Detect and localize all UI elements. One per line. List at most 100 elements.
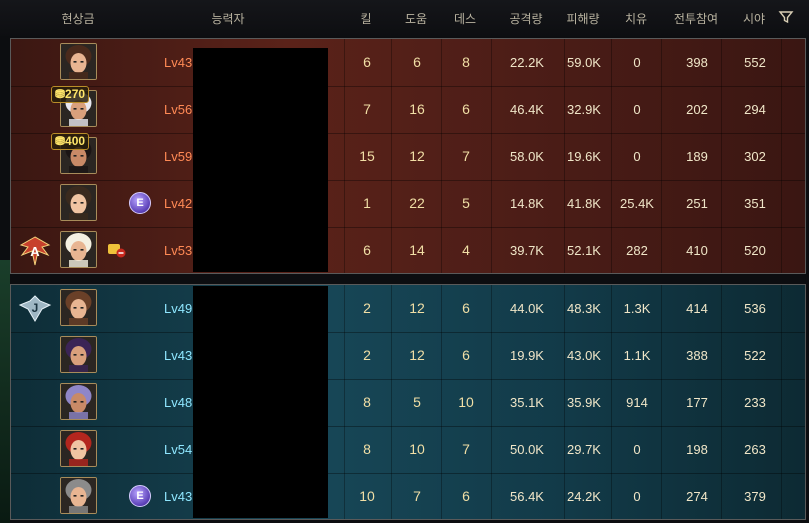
- red-player-row[interactable]: ⛃400 Lv59 15 12 7 58.0K 19.6K 0 189 302: [11, 133, 805, 181]
- portrait-purple-hair-woman-icon[interactable]: [60, 336, 97, 373]
- damage-taken-cell: 35.9K: [567, 395, 601, 410]
- damage-taken-cell: 29.7K: [567, 442, 601, 457]
- svg-text:J: J: [32, 301, 39, 315]
- rank-emblem-icon: E: [129, 485, 151, 507]
- attack-cell: 39.7K: [510, 243, 544, 258]
- red-player-row[interactable]: E Lv42 1 22 5 14.8K 41.8K 25.4K 251 351: [11, 180, 805, 228]
- deaths-cell: 6: [462, 347, 470, 363]
- column-divider: [781, 39, 782, 273]
- attack-cell: 35.1K: [510, 395, 544, 410]
- heal-cell: 25.4K: [620, 196, 654, 211]
- portrait-masked-figure-icon[interactable]: [60, 383, 97, 420]
- player-level: Lv49: [164, 301, 193, 316]
- red-player-row[interactable]: ⛃270 Lv56 7 16 6 46.4K 32.9K 0 202 294: [11, 86, 805, 134]
- attack-cell: 58.0K: [510, 149, 544, 164]
- blue-player-row[interactable]: E Lv43 10 7 6 56.4K 24.2K 0 274 379: [11, 473, 805, 519]
- deaths-cell: 7: [462, 148, 470, 164]
- damage-taken-cell: 32.9K: [567, 102, 601, 117]
- player-level: Lv43: [164, 348, 193, 363]
- player-level: Lv43: [164, 55, 193, 70]
- column-divider: [564, 39, 565, 273]
- participation-cell: 398: [686, 55, 708, 70]
- blue-player-row[interactable]: Lv43 2 12 6 19.9K 43.0K 1.1K 388 522: [11, 332, 805, 380]
- participation-cell: 202: [686, 102, 708, 117]
- portrait-grey-hair-man-icon[interactable]: [60, 477, 97, 514]
- attack-cell: 14.8K: [510, 196, 544, 211]
- participation-cell: 198: [686, 442, 708, 457]
- blue-player-row[interactable]: J Lv49 2 12 6 44.0K 48.3K 1.3K 414 536: [11, 285, 805, 333]
- rank-emblem-icon: E: [129, 192, 151, 214]
- attack-cell: 46.4K: [510, 102, 544, 117]
- attack-cell: 44.0K: [510, 301, 544, 316]
- participation-cell: 189: [686, 149, 708, 164]
- kills-cell: 8: [363, 394, 371, 410]
- heal-cell: 282: [626, 243, 648, 258]
- header-bounty: 현상금: [61, 12, 95, 26]
- portrait-brown-hair-woman-icon[interactable]: [60, 289, 97, 326]
- portrait-red-hair-woman-icon[interactable]: [60, 430, 97, 467]
- heal-cell: 0: [633, 55, 641, 70]
- red-team-panel: Lv43 6 6 8 22.2K 59.0K 0 398 552 ⛃270 Lv56 7 16 6 46.…: [10, 38, 806, 274]
- deaths-cell: 7: [462, 441, 470, 457]
- damage-taken-cell: 43.0K: [567, 348, 601, 363]
- blue-player-row[interactable]: Lv54 8 10 7 50.0K 29.7K 0 198 263: [11, 426, 805, 474]
- filter-icon[interactable]: [778, 9, 794, 25]
- participation-cell: 177: [686, 395, 708, 410]
- blue-team-emblem-icon: J: [18, 295, 52, 322]
- assists-cell: 12: [409, 300, 425, 316]
- portrait-brunette-woman-icon[interactable]: [60, 43, 97, 80]
- participation-cell: 410: [686, 243, 708, 258]
- header-attack: 공격량: [509, 12, 543, 26]
- player-level: Lv54: [164, 442, 193, 457]
- header-kills: 킬: [360, 12, 372, 26]
- column-divider: [564, 285, 565, 519]
- column-divider: [611, 39, 612, 273]
- heal-cell: 0: [633, 102, 641, 117]
- vision-cell: 263: [744, 442, 766, 457]
- vision-cell: 552: [744, 55, 766, 70]
- column-divider: [661, 285, 662, 519]
- kills-cell: 6: [363, 54, 371, 70]
- bounty-badge: ⛃400: [51, 133, 90, 150]
- player-level: Lv53: [164, 243, 193, 258]
- column-divider: [721, 285, 722, 519]
- red-player-row[interactable]: Lv43 6 6 8 22.2K 59.0K 0 398 552: [11, 39, 805, 87]
- mute-chat-icon[interactable]: [107, 242, 127, 258]
- vision-cell: 302: [744, 149, 766, 164]
- redacted-names-red: [193, 48, 328, 272]
- portrait-blonde-hat-icon[interactable]: [60, 231, 97, 268]
- kills-cell: 8: [363, 441, 371, 457]
- red-team-emblem-icon: A: [19, 236, 51, 266]
- vision-cell: 536: [744, 301, 766, 316]
- assists-cell: 22: [409, 195, 425, 211]
- column-divider: [491, 39, 492, 273]
- kills-cell: 10: [359, 488, 375, 504]
- deaths-cell: 8: [462, 54, 470, 70]
- player-level: Lv42: [164, 196, 193, 211]
- column-divider: [661, 39, 662, 273]
- kills-cell: 2: [363, 347, 371, 363]
- column-divider: [491, 285, 492, 519]
- portrait-bearded-man-icon[interactable]: [60, 184, 97, 221]
- damage-taken-cell: 41.8K: [567, 196, 601, 211]
- kills-cell: 7: [363, 101, 371, 117]
- vision-cell: 520: [744, 243, 766, 258]
- header-vision: 시야: [742, 12, 766, 26]
- participation-cell: 251: [686, 196, 708, 211]
- red-player-row[interactable]: A Lv53 6 14 4 39.7K 52.1K 282 410 520: [11, 227, 805, 273]
- heal-cell: 1.3K: [623, 301, 651, 316]
- header-deaths: 데스: [453, 12, 477, 26]
- column-divider: [391, 39, 392, 273]
- player-level: Lv59: [164, 149, 193, 164]
- column-divider: [611, 285, 612, 519]
- blue-player-row[interactable]: Lv48 8 5 10 35.1K 35.9K 914 177 233: [11, 379, 805, 427]
- participation-cell: 414: [686, 301, 708, 316]
- header-player: 능력자: [211, 12, 245, 26]
- participation-cell: 274: [686, 489, 708, 504]
- deaths-cell: 5: [462, 195, 470, 211]
- header-heal: 치유: [624, 12, 648, 26]
- kills-cell: 15: [359, 148, 375, 164]
- scoreboard-header: 현상금 능력자 킬 도움 데스 공격량 피해량 치유 전투참여 시야: [0, 0, 809, 36]
- attack-cell: 50.0K: [510, 442, 544, 457]
- assists-cell: 6: [413, 54, 421, 70]
